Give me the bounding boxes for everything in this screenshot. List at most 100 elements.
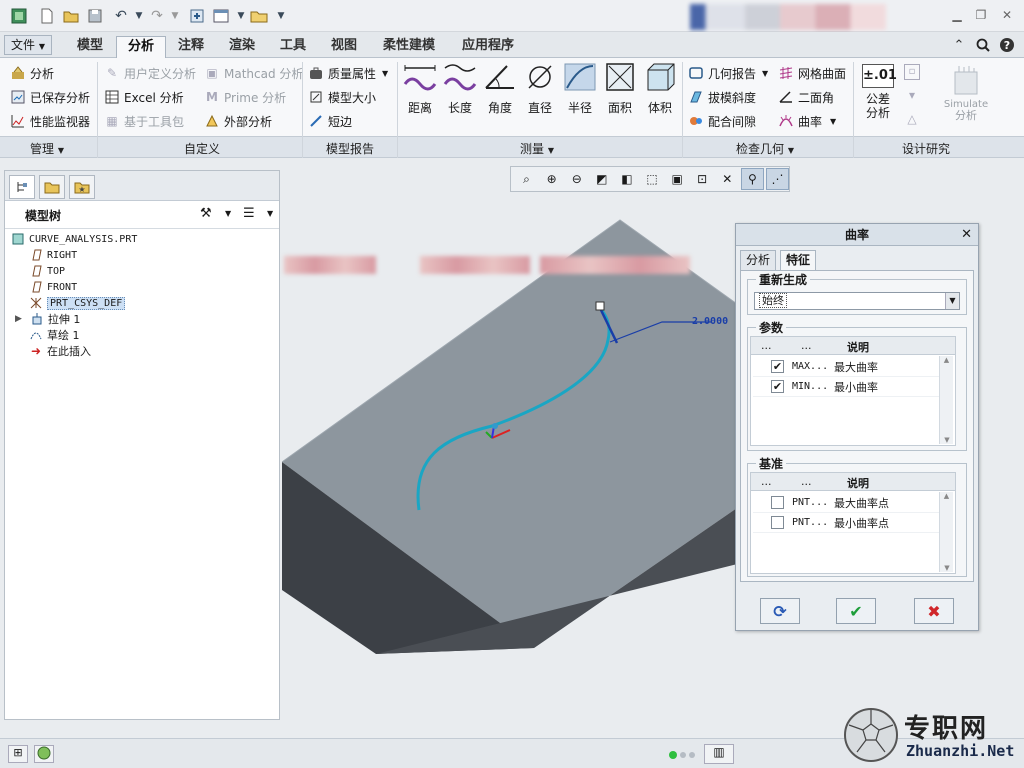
tree-item-insert-here[interactable]: ➜ 在此插入 bbox=[29, 343, 91, 359]
show-dropdown-icon[interactable]: ▼ bbox=[267, 209, 273, 218]
windows-icon[interactable] bbox=[210, 5, 232, 27]
regenerate-select[interactable]: 始终 ▼ bbox=[754, 292, 960, 310]
checkbox[interactable] bbox=[771, 496, 784, 509]
display-style-icon[interactable]: ◧ bbox=[615, 168, 638, 190]
mass-properties-button[interactable]: 质量属性 ▼ bbox=[308, 63, 388, 83]
repeat-analysis-button[interactable]: ⟳ bbox=[760, 598, 800, 624]
performance-monitor-button[interactable]: 性能监视器 bbox=[10, 111, 90, 131]
tab-annotate[interactable]: 注释 bbox=[168, 36, 214, 58]
new-file-icon[interactable] bbox=[36, 5, 58, 27]
measure-angle-button[interactable]: 角度 bbox=[480, 62, 520, 122]
tab-flexible-modeling[interactable]: 柔性建模 bbox=[374, 36, 444, 58]
file-menu-button[interactable]: 文件 ▼ bbox=[4, 35, 52, 55]
close-button[interactable]: ✕ bbox=[996, 6, 1018, 24]
measure-distance-button[interactable]: 距离 bbox=[400, 62, 440, 122]
simulate-analysis-button[interactable]: Simulate 分析 bbox=[938, 64, 994, 130]
measure-area-button[interactable]: 面积 bbox=[600, 62, 640, 122]
tab-tools[interactable]: 工具 bbox=[270, 36, 316, 58]
measure-diameter-button[interactable]: 直径 bbox=[520, 62, 560, 122]
saved-analysis-button[interactable]: 已保存分析 bbox=[10, 87, 90, 107]
drag-handle[interactable] bbox=[595, 301, 605, 311]
tab-model[interactable]: 模型 bbox=[64, 36, 116, 58]
regenerate-icon[interactable] bbox=[186, 5, 208, 27]
redo-dropdown-icon[interactable]: ▼ bbox=[164, 5, 186, 27]
tree-item-csys[interactable]: PRT_CSYS_DEF bbox=[29, 295, 126, 311]
mesh-surface-button[interactable]: 网格曲面 bbox=[778, 63, 846, 83]
repaint-icon[interactable]: ◩ bbox=[590, 168, 613, 190]
minimize-button[interactable]: ▁ bbox=[946, 6, 968, 24]
measure-volume-button[interactable]: 体积 bbox=[640, 62, 680, 122]
parameters-scrollbar[interactable]: ▲ ▼ bbox=[939, 356, 953, 444]
checkbox[interactable]: ✔ bbox=[771, 360, 784, 373]
scroll-down-icon[interactable]: ▼ bbox=[940, 564, 954, 572]
group-measure[interactable]: 测量 ▼ bbox=[520, 140, 554, 157]
tab-view[interactable]: 视图 bbox=[320, 36, 368, 58]
tab-analysis[interactable]: 分析 bbox=[116, 36, 166, 58]
datum-scrollbar[interactable]: ▲ ▼ bbox=[939, 492, 953, 572]
find-icon[interactable]: ▥ bbox=[704, 744, 734, 764]
tree-item-sketch[interactable]: 草绘 1 bbox=[29, 327, 80, 343]
tree-item-front-plane[interactable]: FRONT bbox=[29, 279, 77, 295]
short-edge-button[interactable]: 短边 bbox=[308, 111, 352, 131]
show-browser-icon[interactable] bbox=[34, 745, 54, 763]
refit-icon[interactable]: ⌕ bbox=[515, 168, 538, 190]
cancel-button[interactable]: ✖ bbox=[914, 598, 954, 624]
annotation-display-icon[interactable]: ⚲ bbox=[740, 168, 764, 190]
save-icon[interactable] bbox=[84, 5, 106, 27]
mathcad-analysis-button[interactable]: ▣ Mathcad 分析 bbox=[204, 63, 303, 83]
close-window-icon[interactable] bbox=[248, 5, 270, 27]
checkbox[interactable] bbox=[771, 516, 784, 529]
ok-button[interactable]: ✔ bbox=[836, 598, 876, 624]
dialog-close-icon[interactable]: ✕ bbox=[961, 224, 972, 246]
saved-orientations-icon[interactable]: ⬚ bbox=[640, 168, 663, 190]
toolkit-based-button[interactable]: ▦ 基于工具包 bbox=[104, 111, 184, 131]
perspective-icon[interactable]: ⊡ bbox=[691, 168, 714, 190]
quick-access-customize-icon[interactable]: ▼ bbox=[270, 5, 292, 27]
show-navigator-icon[interactable]: ⊞ bbox=[8, 745, 28, 763]
folder-browser-tab[interactable] bbox=[39, 175, 65, 199]
dihedral-angle-button[interactable]: 二面角 bbox=[778, 87, 834, 107]
zoom-out-icon[interactable]: ⊖ bbox=[565, 168, 588, 190]
draft-button[interactable]: 拔模斜度 bbox=[688, 87, 756, 107]
settings-dropdown-icon[interactable]: ▼ bbox=[225, 209, 231, 218]
analysis-button[interactable]: 分析 bbox=[10, 63, 54, 83]
table-row[interactable]: ✔ MIN... 最小曲率 bbox=[753, 377, 941, 397]
tree-item-top-plane[interactable]: TOP bbox=[29, 263, 65, 279]
group-inspect-geometry[interactable]: 检查几何 ▼ bbox=[736, 140, 794, 157]
tree-item-part[interactable]: CURVE_ANALYSIS.PRT bbox=[11, 231, 137, 247]
zoom-in-icon[interactable]: ⊕ bbox=[540, 168, 563, 190]
table-row[interactable]: PNT... 最大曲率点 bbox=[753, 493, 941, 513]
expand-arrow-icon[interactable]: ▶ bbox=[15, 314, 22, 324]
table-row[interactable]: ✔ MAX... 最大曲率 bbox=[753, 357, 941, 377]
prime-analysis-button[interactable]: M Prime 分析 bbox=[204, 87, 286, 107]
tree-item-right-plane[interactable]: RIGHT bbox=[29, 247, 77, 263]
minimize-ribbon-icon[interactable]: ⌃ bbox=[950, 37, 968, 53]
feasibility-icon[interactable]: △ bbox=[904, 112, 920, 128]
datum-display-icon[interactable]: ✕ bbox=[716, 168, 739, 190]
scroll-down-icon[interactable]: ▼ bbox=[940, 436, 954, 444]
view-manager-icon[interactable]: ▣ bbox=[666, 168, 689, 190]
user-defined-analysis-button[interactable]: ✎ 用户定义分析 bbox=[104, 63, 196, 83]
scroll-up-icon[interactable]: ▲ bbox=[940, 492, 953, 500]
tab-applications[interactable]: 应用程序 bbox=[450, 36, 526, 58]
curvature-button[interactable]: 曲率 ▼ bbox=[778, 111, 836, 131]
tolerance-analysis-button[interactable]: ±.01 公差分析 bbox=[858, 64, 898, 130]
show-icon[interactable]: ☰ bbox=[243, 206, 255, 221]
search-icon[interactable] bbox=[974, 37, 992, 53]
measure-radius-button[interactable]: 半径 bbox=[560, 62, 600, 122]
table-row[interactable]: PNT... 最小曲率点 bbox=[753, 513, 941, 533]
sensitivity-icon[interactable]: ▫ bbox=[904, 64, 920, 80]
help-icon[interactable]: ? bbox=[998, 37, 1016, 53]
restore-button[interactable]: ❐ bbox=[970, 6, 992, 24]
measure-length-button[interactable]: 长度 bbox=[440, 62, 480, 122]
external-analysis-button[interactable]: 外部分析 bbox=[204, 111, 272, 131]
model-tree-tab[interactable] bbox=[9, 175, 35, 199]
open-folder-icon[interactable] bbox=[60, 5, 82, 27]
excel-analysis-button[interactable]: Excel 分析 bbox=[104, 87, 184, 107]
model-size-button[interactable]: 模型大小 bbox=[308, 87, 376, 107]
tab-render[interactable]: 渲染 bbox=[218, 36, 266, 58]
group-manage[interactable]: 管理 ▼ bbox=[30, 140, 64, 157]
checkbox[interactable]: ✔ bbox=[771, 380, 784, 393]
settings-icon[interactable]: ⚒ bbox=[200, 206, 212, 221]
tab-analysis-dialog[interactable]: 分析 bbox=[740, 250, 777, 270]
